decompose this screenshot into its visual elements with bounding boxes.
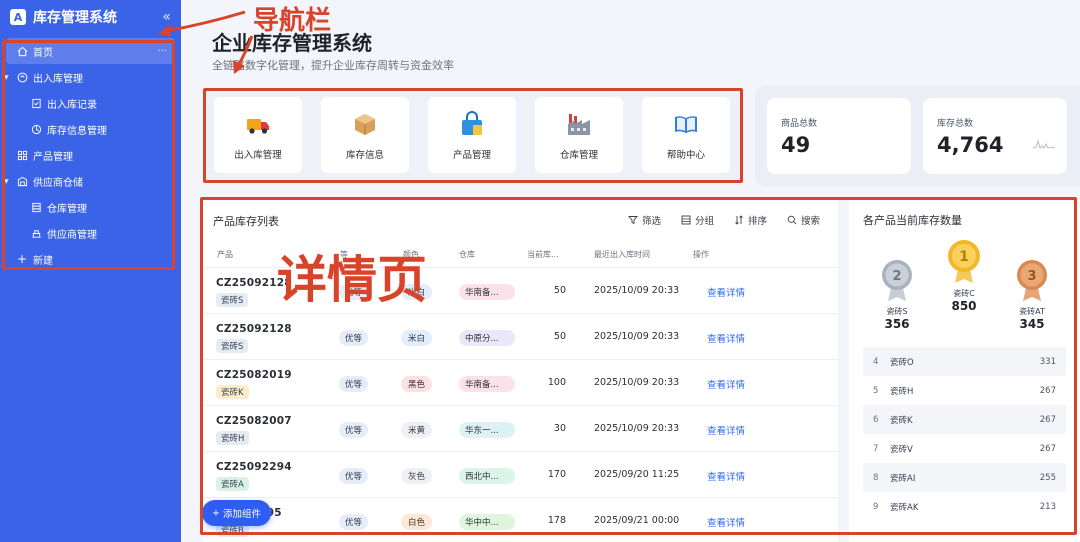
annotation-arrows bbox=[158, 10, 254, 74]
